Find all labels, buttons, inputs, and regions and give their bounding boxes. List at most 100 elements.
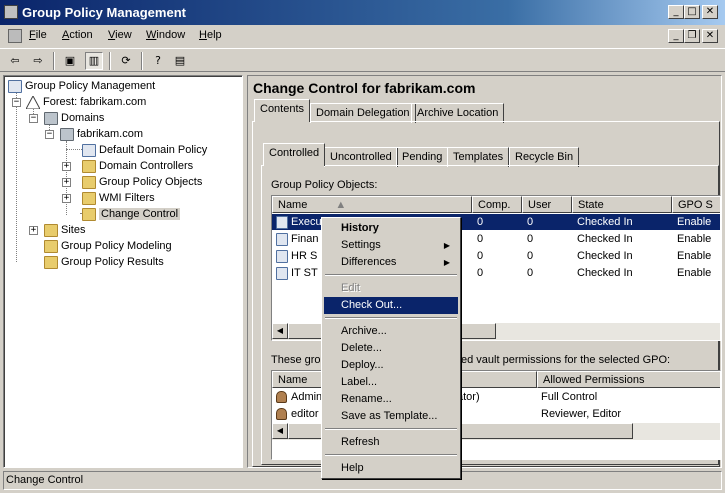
menu-bar: File Action View Window Help _ ❐ ✕	[0, 26, 725, 46]
column-header-allowed-permissions[interactable]: Allowed Permissions	[537, 371, 720, 388]
tab-archive-location[interactable]: Archive Location	[411, 103, 505, 123]
permissions-label-end: ed vault permissions for the selected GP…	[461, 354, 671, 366]
cell-state: Checked In	[577, 216, 633, 228]
column-header-user[interactable]: User	[522, 196, 572, 213]
expand-icon[interactable]: +	[62, 178, 71, 187]
forward-arrow-icon[interactable]: ⇨	[29, 52, 47, 70]
cell-permission: Reviewer, Editor	[541, 408, 622, 420]
tree-group-policy-results[interactable]: Group Policy Results	[44, 254, 164, 270]
tree-domain-fabrikam[interactable]: fabrikam.com	[60, 126, 143, 142]
cell-comp: 0	[477, 216, 484, 228]
console-tree[interactable]: Group Policy Management − Forest: fabrik…	[3, 75, 243, 468]
menu-item-archive[interactable]: Archive...	[324, 323, 458, 340]
scroll-left-icon[interactable]: ◀	[272, 423, 288, 439]
minimize-button[interactable]: _	[668, 5, 684, 19]
show-action-pane-icon[interactable]: ▤	[171, 52, 189, 70]
details-pane: Change Control for fabrikam.com Contents…	[247, 75, 722, 468]
menu-item-help[interactable]: Help	[324, 460, 458, 477]
title-bar[interactable]: Group Policy Management _ □ ✕	[0, 0, 725, 25]
tab-domain-delegation[interactable]: Domain Delegation	[310, 103, 416, 123]
sites-folder-icon	[44, 223, 58, 237]
cell-state: Checked In	[577, 233, 633, 245]
menu-file[interactable]: File	[29, 29, 47, 41]
collapse-icon[interactable]: −	[45, 130, 54, 139]
cell-comp: 0	[477, 267, 484, 279]
scroll-left-icon[interactable]: ◀	[272, 323, 288, 339]
cell-gpo-status: Enable	[677, 233, 712, 245]
gpo-section-label: Group Policy Objects:	[271, 179, 378, 191]
tree-forest[interactable]: Forest: fabrikam.com	[25, 94, 146, 110]
domain-icon	[60, 127, 74, 141]
tree-wmi-filters[interactable]: WMI Filters	[82, 190, 155, 206]
tree-sites[interactable]: Sites	[44, 222, 85, 238]
tree-domains[interactable]: Domains	[44, 110, 104, 126]
toolbar: ⇦ ⇨ ▣ ▥ ⟳ ? ▤	[0, 48, 725, 72]
tab-controlled[interactable]: Controlled	[263, 143, 326, 166]
menu-separator	[325, 317, 457, 319]
menu-item-rename[interactable]: Rename...	[324, 391, 458, 408]
back-arrow-icon[interactable]: ⇦	[6, 52, 24, 70]
app-icon[interactable]	[4, 5, 18, 19]
up-folder-icon[interactable]: ▣	[61, 52, 79, 70]
tree-line	[16, 92, 17, 262]
menu-item-label[interactable]: Label...	[324, 374, 458, 391]
menu-window[interactable]: Window	[146, 29, 185, 41]
child-window-icon[interactable]	[8, 29, 22, 43]
tab-contents[interactable]: Contents	[254, 99, 311, 122]
menu-item-refresh[interactable]: Refresh	[324, 434, 458, 451]
menu-item-deploy[interactable]: Deploy...	[324, 357, 458, 374]
menu-item-delete[interactable]: Delete...	[324, 340, 458, 357]
menu-item-save-as-template[interactable]: Save as Template...	[324, 408, 458, 425]
cell-gpo-status: Enable	[677, 267, 712, 279]
tree-domain-controllers[interactable]: Domain Controllers	[82, 158, 193, 174]
cell-gpo-status: Enable	[677, 250, 712, 262]
tab-recycle-bin[interactable]: Recycle Bin	[509, 147, 580, 167]
context-menu: History Settings ▶ Differences ▶ Edit Chec…	[321, 217, 461, 479]
menu-item-edit[interactable]: Edit	[324, 280, 458, 297]
maximize-button[interactable]: □	[684, 5, 700, 19]
tree-group-policy-objects[interactable]: Group Policy Objects	[82, 174, 202, 190]
column-header-name[interactable]: Name ▲	[272, 196, 472, 213]
tab-uncontrolled[interactable]: Uncontrolled	[324, 147, 398, 167]
menu-view[interactable]: View	[108, 29, 132, 41]
child-minimize-button[interactable]: _	[668, 29, 684, 43]
expand-icon[interactable]: +	[29, 226, 38, 235]
tree-root[interactable]: Group Policy Management	[8, 78, 155, 94]
folder-icon	[82, 191, 96, 205]
collapse-icon[interactable]: −	[29, 114, 38, 123]
user-icon	[276, 391, 287, 404]
tab-templates[interactable]: Templates	[447, 147, 510, 167]
menu-help[interactable]: Help	[199, 29, 222, 41]
column-header-comp[interactable]: Comp.	[472, 196, 522, 213]
column-header-state[interactable]: State	[572, 196, 672, 213]
expand-icon[interactable]: +	[62, 162, 71, 171]
menu-separator	[325, 454, 457, 456]
window-title: Group Policy Management	[22, 5, 186, 20]
tab-pending[interactable]: Pending	[396, 147, 449, 167]
user-icon	[276, 408, 287, 421]
show-tree-icon[interactable]: ▥	[85, 52, 103, 70]
cell-gpo-status: Enable	[677, 216, 712, 228]
help-icon[interactable]: ?	[149, 52, 167, 70]
page-title: Change Control for fabrikam.com	[253, 80, 476, 96]
tree-change-control[interactable]: Change Control	[82, 206, 181, 222]
tree-group-policy-modeling[interactable]: Group Policy Modeling	[44, 238, 172, 254]
toolbar-separator	[53, 52, 55, 70]
menu-item-check-out[interactable]: Check Out...	[324, 297, 458, 314]
collapse-icon[interactable]: −	[12, 98, 21, 107]
expand-icon[interactable]: +	[62, 194, 71, 203]
tree-default-domain-policy[interactable]: Default Domain Policy	[82, 142, 207, 158]
menu-item-history[interactable]: History	[324, 220, 458, 237]
forest-icon	[25, 94, 41, 110]
menu-action[interactable]: Action	[62, 29, 93, 41]
child-restore-button[interactable]: ❐	[684, 29, 700, 43]
column-header-gpo-status[interactable]: GPO S	[672, 196, 720, 213]
cell-user: 0	[527, 233, 534, 245]
refresh-icon[interactable]: ⟳	[117, 52, 135, 70]
folder-icon	[82, 207, 96, 221]
gpmc-icon	[8, 79, 22, 93]
child-close-button[interactable]: ✕	[702, 29, 718, 43]
menu-item-differences[interactable]: Differences ▶	[324, 254, 458, 271]
menu-item-settings[interactable]: Settings ▶	[324, 237, 458, 254]
close-button[interactable]: ✕	[702, 5, 718, 19]
